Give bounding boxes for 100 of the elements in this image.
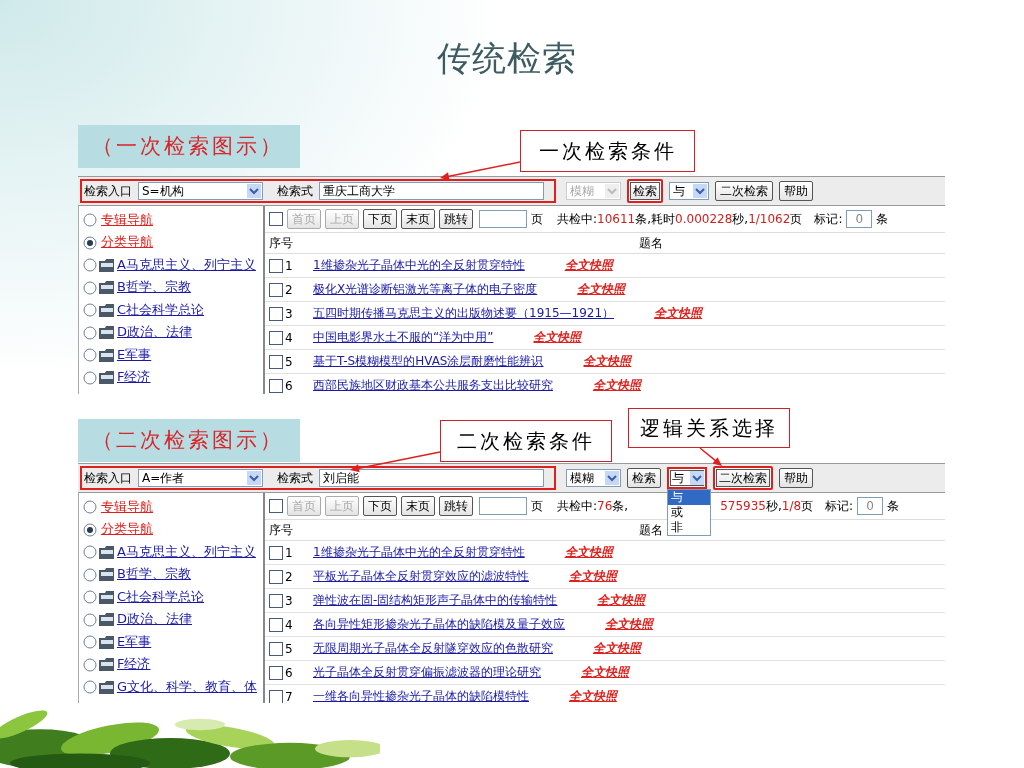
snapshot-link[interactable]: 全文快照 xyxy=(605,615,656,634)
snapshot-link[interactable]: 全文快照 xyxy=(593,639,644,658)
title-link[interactable]: 极化X光谱诊断铝激光等离子体的电子密度 xyxy=(313,280,538,299)
checkbox[interactable] xyxy=(269,258,283,273)
menu-option[interactable]: 与 xyxy=(668,490,710,505)
checkbox[interactable] xyxy=(269,641,283,656)
snapshot-link[interactable]: 全文快照 xyxy=(597,591,649,610)
snapshot-link[interactable]: 全文快照 xyxy=(581,663,632,682)
toolbar-button[interactable]: 检索 xyxy=(627,179,663,203)
checkbox[interactable] xyxy=(269,545,283,560)
checkbox[interactable] xyxy=(269,665,283,680)
radio-button[interactable] xyxy=(83,348,97,363)
page-field[interactable] xyxy=(479,497,527,515)
toolbar-button[interactable]: 二次检索 xyxy=(713,466,773,490)
nav-link[interactable]: 分类导航 xyxy=(100,519,155,541)
mark-field[interactable]: 0 xyxy=(846,210,873,228)
snapshot-link[interactable]: 全文快照 xyxy=(654,304,706,323)
nav-link[interactable]: F经济 xyxy=(116,367,153,389)
nav-link[interactable]: C社会科学总论 xyxy=(116,586,207,608)
checkbox[interactable] xyxy=(269,306,283,321)
toolbar-button[interactable]: 帮助 xyxy=(779,181,813,201)
logic-select[interactable]: 与 xyxy=(669,182,709,200)
entry-select[interactable]: S=机构 xyxy=(138,182,263,200)
checkbox[interactable] xyxy=(269,617,283,632)
radio-button[interactable] xyxy=(83,567,97,582)
nav-link[interactable]: D政治、法律 xyxy=(116,609,194,631)
snapshot-link[interactable]: 全文快照 xyxy=(564,543,616,562)
expression-field[interactable]: 重庆工商大学 xyxy=(319,182,544,200)
title-link[interactable]: 平板光子晶体全反射贯穿效应的滤波特性 xyxy=(313,567,529,586)
pager-button[interactable]: 跳转 xyxy=(439,496,473,516)
snapshot-link[interactable]: 全文快照 xyxy=(583,352,635,371)
nav-link[interactable]: A马克思主义、列宁主义 xyxy=(116,541,258,563)
title-link[interactable]: 西部民族地区财政基本公共服务支出比较研究 xyxy=(313,376,553,394)
radio-button[interactable] xyxy=(83,522,97,537)
menu-option[interactable]: 或 xyxy=(668,505,710,520)
pager-button[interactable]: 末页 xyxy=(401,209,435,229)
toolbar-button[interactable]: 帮助 xyxy=(779,468,813,488)
pager-button[interactable]: 末页 xyxy=(401,496,435,516)
snapshot-link[interactable]: 全文快照 xyxy=(593,376,644,394)
snapshot-link[interactable]: 全文快照 xyxy=(569,567,620,586)
radio-button[interactable] xyxy=(83,258,97,273)
title-link[interactable]: 1维掺杂光子晶体中光的全反射贯穿特性 xyxy=(313,543,525,562)
title-link[interactable]: 无限周期光子晶体全反射隧穿效应的色散研究 xyxy=(313,639,553,658)
checkbox[interactable] xyxy=(269,593,283,608)
radio-button[interactable] xyxy=(83,325,97,340)
radio-button[interactable] xyxy=(83,590,97,605)
nav-link[interactable]: G文化、科学、教育、体 xyxy=(116,676,260,698)
snapshot-link[interactable]: 全文快照 xyxy=(569,687,620,703)
radio-button[interactable] xyxy=(83,213,97,228)
radio-button[interactable] xyxy=(83,680,97,695)
checkbox[interactable] xyxy=(269,330,283,345)
snapshot-link[interactable]: 全文快照 xyxy=(577,280,629,299)
radio-button[interactable] xyxy=(83,500,97,515)
entry-select[interactable]: A=作者 xyxy=(138,469,263,487)
nav-link[interactable]: 专辑导航 xyxy=(100,496,155,518)
radio-button[interactable] xyxy=(83,280,97,295)
title-link[interactable]: 基于T-S模糊模型的HVAS涂层耐磨性能辨识 xyxy=(313,352,544,371)
title-link[interactable]: 各向异性矩形掺杂光子晶体的缺陷模及量子效应 xyxy=(313,615,565,634)
menu-option[interactable]: 非 xyxy=(668,520,710,535)
radio-button[interactable] xyxy=(83,657,97,672)
radio-button[interactable] xyxy=(83,612,97,627)
title-link[interactable]: 五四时期传播马克思主义的出版物述要（1915—1921） xyxy=(313,304,615,323)
checkbox[interactable] xyxy=(269,282,283,297)
mark-field[interactable]: 0 xyxy=(857,497,884,515)
nav-link[interactable]: E军事 xyxy=(116,631,154,653)
checkbox[interactable] xyxy=(269,212,283,226)
nav-link[interactable]: E军事 xyxy=(116,344,154,366)
logic-select[interactable]: 与 xyxy=(667,467,707,489)
radio-button[interactable] xyxy=(83,370,97,385)
nav-link[interactable]: 分类导航 xyxy=(100,232,155,254)
checkbox[interactable] xyxy=(269,378,283,393)
nav-link[interactable]: D政治、法律 xyxy=(116,322,194,344)
nav-link[interactable]: C社会科学总论 xyxy=(116,299,207,321)
nav-link[interactable]: F经济 xyxy=(116,654,153,676)
expression-field[interactable]: 刘启能 xyxy=(319,469,544,487)
nav-link[interactable]: 专辑导航 xyxy=(100,209,155,231)
radio-button[interactable] xyxy=(83,235,97,250)
nav-link[interactable]: A马克思主义、列宁主义 xyxy=(116,254,258,276)
match-select[interactable]: 模糊 xyxy=(566,469,621,487)
pager-button[interactable]: 下页 xyxy=(363,209,397,229)
title-link[interactable]: 中国电影界水土不服的“洋为中用” xyxy=(313,328,494,347)
snapshot-link[interactable]: 全文快照 xyxy=(533,328,585,347)
toolbar-button[interactable]: 二次检索 xyxy=(715,181,773,201)
nav-link[interactable]: B哲学、宗教 xyxy=(116,564,193,586)
radio-button[interactable] xyxy=(83,545,97,560)
checkbox[interactable] xyxy=(269,689,283,703)
radio-button[interactable] xyxy=(83,635,97,650)
toolbar-button[interactable]: 检索 xyxy=(627,468,661,488)
title-link[interactable]: 弹性波在固-固结构矩形声子晶体中的传输特性 xyxy=(313,591,558,610)
checkbox[interactable] xyxy=(269,499,283,513)
nav-link[interactable]: B哲学、宗教 xyxy=(116,277,193,299)
title-link[interactable]: 1维掺杂光子晶体中光的全反射贯穿特性 xyxy=(313,256,525,275)
page-field[interactable] xyxy=(479,210,527,228)
checkbox[interactable] xyxy=(269,569,283,584)
title-link[interactable]: 光子晶体全反射贯穿偏振滤波器的理论研究 xyxy=(313,663,541,682)
title-link[interactable]: 一维各向异性掺杂光子晶体的缺陷模特性 xyxy=(313,687,529,703)
pager-button[interactable]: 跳转 xyxy=(439,209,473,229)
pager-button[interactable]: 下页 xyxy=(363,496,397,516)
checkbox[interactable] xyxy=(269,354,283,369)
snapshot-link[interactable]: 全文快照 xyxy=(564,256,616,275)
